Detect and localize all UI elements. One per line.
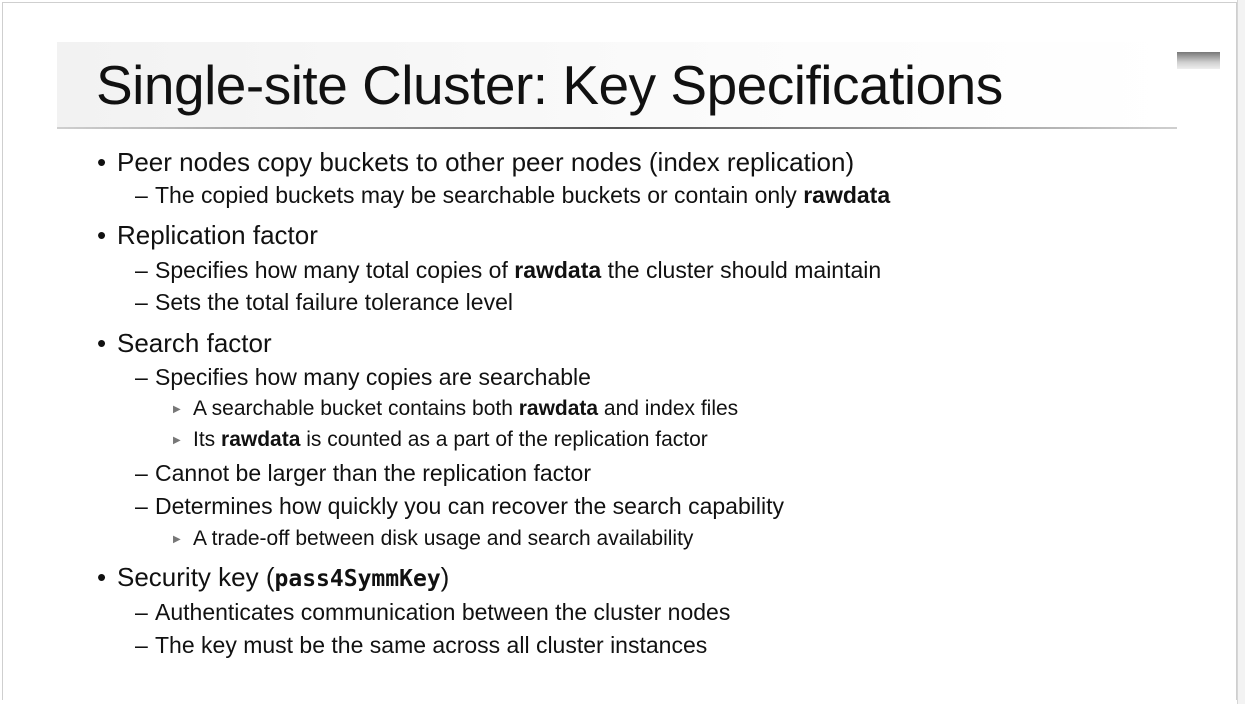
corner-tab [1177, 52, 1220, 69]
bullet-text: Its [193, 428, 222, 451]
bullet-text: Specifies how many total copies of [155, 257, 515, 283]
sub-bullet-searchable-copies: – Specifies how many copies are searchabl… [135, 363, 591, 391]
bullet-peer-nodes: • Peer nodes copy buckets to other peer n… [97, 147, 854, 177]
bullet-text: The copied buckets may be searchable buc… [155, 182, 804, 208]
bullet-replication-factor: • Replication factor [97, 220, 318, 250]
dash-marker: – [135, 257, 148, 283]
bullet-marker: • [97, 147, 107, 177]
sub-bullet-same-key: – The key must be the same across all clu… [135, 631, 707, 659]
sub-bullet-authenticates: – Authenticates communication between the… [135, 598, 730, 626]
bullet-text: Peer nodes copy buckets to other peer no… [117, 147, 855, 177]
sub-sub-bullet-trade-off: ▶ A trade-off between disk usage and sear… [173, 526, 693, 553]
bold-term: rawdata [221, 428, 301, 451]
bullet-marker: • [97, 328, 107, 358]
bold-term: rawdata [518, 397, 599, 420]
sub-bullet-copied-buckets: – The copied buckets may be searchable bu… [135, 181, 890, 209]
bullet-text: Search factor [117, 328, 272, 358]
bullet-text: A trade-off between disk usage and searc… [193, 527, 694, 550]
bullet-text: is counted as a part of the replication … [300, 428, 708, 451]
bullet-text: the cluster should maintain [601, 257, 882, 283]
bullet-search-factor: • Search factor [97, 328, 272, 358]
sub-bullet-cannot-be-larger: – Cannot be larger than the replication f… [135, 459, 591, 487]
bullet-text: A searchable bucket contains both [193, 397, 519, 420]
triangle-marker-icon: ▶ [173, 404, 181, 415]
bullet-marker: • [97, 562, 107, 592]
bold-term: rawdata [514, 257, 602, 283]
sub-bullet-recover-speed: – Determines how quickly you can recover … [135, 492, 784, 520]
dash-marker: – [135, 289, 148, 315]
bullet-text: Specifies how many copies are searchable [155, 364, 591, 390]
bullet-text: Cannot be larger than the replication fa… [155, 460, 591, 486]
triangle-marker-icon: ▶ [173, 534, 181, 545]
dash-marker: – [135, 182, 148, 208]
bullet-text: Sets the total failure tolerance level [155, 289, 513, 315]
dash-marker: – [135, 632, 148, 658]
slide-edge [1237, 0, 1245, 704]
bullet-text: The key must be the same across all clus… [155, 632, 708, 658]
bullet-security-key: • Security key (pass4SymmKey) [97, 562, 449, 594]
code-term: pass4SymmKey [274, 566, 441, 592]
title-divider [57, 127, 1177, 129]
bullet-text: Security key ( [117, 562, 275, 592]
slide-title: Single-site Cluster: Key Specifications [96, 54, 1003, 116]
bold-term: rawdata [803, 182, 891, 208]
dash-marker: – [135, 599, 148, 625]
bullet-text: Replication factor [117, 220, 318, 250]
sub-bullet-failure-tolerance: – Sets the total failure tolerance level [135, 288, 513, 316]
bullet-marker: • [97, 220, 107, 250]
bullet-text: ) [440, 562, 450, 592]
sub-sub-bullet-searchable-bucket: ▶ A searchable bucket contains both rawda… [173, 396, 738, 423]
bullet-text: Authenticates communication between the … [155, 599, 731, 625]
sub-bullet-total-copies: – Specifies how many total copies of rawd… [135, 256, 881, 284]
dash-marker: – [135, 493, 148, 519]
sub-sub-bullet-rawdata-counted: ▶ Its rawdata is counted as a part of the… [173, 427, 708, 454]
dash-marker: – [135, 460, 148, 486]
triangle-marker-icon: ▶ [173, 435, 181, 446]
dash-marker: – [135, 364, 148, 390]
bullet-text: and index files [598, 397, 739, 420]
bullet-text: Determines how quickly you can recover t… [155, 493, 784, 519]
